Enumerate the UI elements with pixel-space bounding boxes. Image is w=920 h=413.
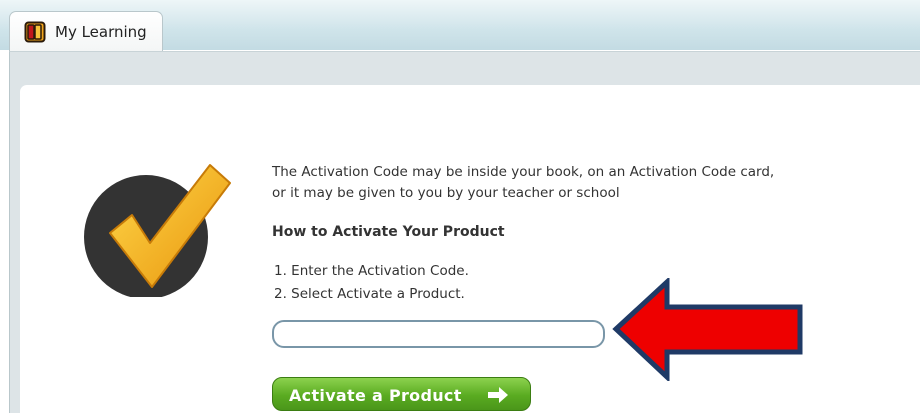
activation-code-input[interactable] xyxy=(272,320,605,348)
step-1: 1. Enter the Activation Code. xyxy=(274,263,469,279)
tab-my-learning[interactable]: My Learning xyxy=(9,11,163,51)
arrow-right-icon xyxy=(488,387,508,403)
activation-description: The Activation Code may be inside your b… xyxy=(272,164,775,201)
step-2: 2. Select Activate a Product. xyxy=(274,286,465,302)
activate-button-label: Activate a Product xyxy=(289,386,462,405)
checkmark-badge-icon xyxy=(84,164,231,297)
how-to-heading: How to Activate Your Product xyxy=(272,224,505,240)
tab-label: My Learning xyxy=(55,23,147,41)
book-icon xyxy=(24,21,46,43)
red-arrow-icon xyxy=(612,278,803,381)
activate-product-button[interactable]: Activate a Product xyxy=(272,377,531,411)
